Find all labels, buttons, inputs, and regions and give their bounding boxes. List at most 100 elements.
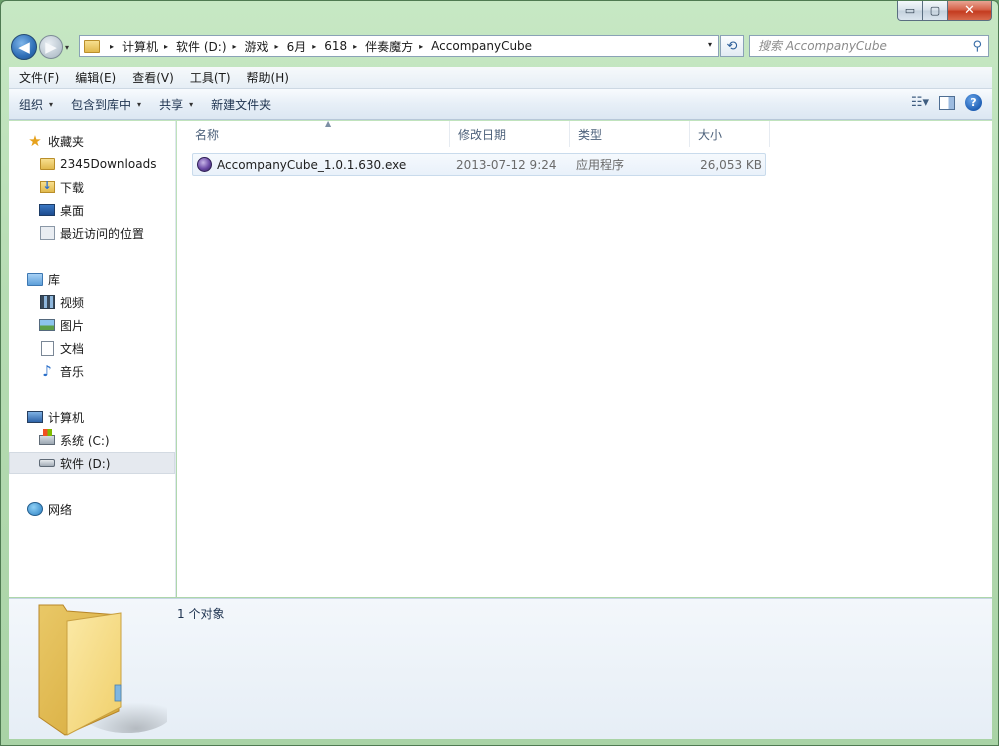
crumb-chevron-icon[interactable]: ▸ [419, 42, 423, 51]
window-controls: ▭ ▢ ✕ [897, 1, 992, 21]
sidebar-label: 网络 [48, 502, 73, 517]
sidebar-item-documents[interactable]: 文档 [9, 337, 175, 359]
breadcrumb-drive-d[interactable]: 软件 (D:) [176, 38, 226, 55]
sidebar-label: 2345Downloads [60, 157, 157, 171]
sidebar-item-downloads[interactable]: 下载 [9, 176, 175, 198]
column-label: 名称 [195, 127, 220, 142]
close-button[interactable]: ✕ [948, 1, 992, 21]
file-list-pane: 名称 ▲ 修改日期 类型 大小 AccompanyCube_1.0.1.630.… [177, 119, 992, 597]
sidebar-label: 文档 [60, 341, 85, 356]
column-label: 类型 [578, 127, 603, 142]
item-count: 1 个对象 [177, 607, 225, 621]
crumb-chevron-icon[interactable]: ▸ [275, 42, 279, 51]
crumb-chevron-icon[interactable]: ▸ [164, 42, 168, 51]
sidebar-favorites[interactable]: ★ 收藏夹 [9, 130, 175, 152]
crumb-chevron-icon[interactable]: ▸ [233, 42, 237, 51]
sidebar-item-2345downloads[interactable]: 2345Downloads [9, 153, 175, 175]
share-label: 共享 [159, 97, 184, 112]
help-icon[interactable]: ? [965, 94, 982, 111]
minimize-icon: ▭ [904, 4, 916, 17]
breadcrumb-accompany-folder[interactable]: 伴奏魔方 [365, 38, 413, 55]
crumb-chevron-icon[interactable]: ▸ [312, 42, 316, 51]
menu-file[interactable]: 文件(F) [11, 69, 67, 86]
sidebar-label: 系统 (C:) [60, 433, 110, 448]
include-in-library-button[interactable]: 包含到库中 ▾ [63, 92, 149, 116]
document-icon [40, 340, 54, 356]
sidebar-item-music[interactable]: ♪ 音乐 [9, 360, 175, 382]
sidebar-item-recent-places[interactable]: 最近访问的位置 [9, 222, 175, 244]
menu-bar: 文件(F) 编辑(E) 查看(V) 工具(T) 帮助(H) [9, 67, 992, 89]
sidebar-libraries[interactable]: 库 [9, 268, 175, 290]
minimize-button[interactable]: ▭ [897, 1, 923, 21]
menu-edit[interactable]: 编辑(E) [67, 69, 124, 86]
new-folder-button[interactable]: 新建文件夹 [203, 92, 279, 116]
column-header-date[interactable]: 修改日期 [450, 121, 570, 147]
system-drive-icon [39, 429, 55, 445]
share-button[interactable]: 共享 ▾ [151, 92, 201, 116]
network-icon [27, 502, 43, 516]
forward-button[interactable]: ▶ [39, 35, 63, 59]
music-icon: ♪ [42, 362, 52, 380]
picture-icon [39, 319, 55, 331]
breadcrumb-computer[interactable]: 计算机 [122, 38, 158, 55]
sidebar-label: 音乐 [60, 364, 85, 379]
breadcrumb-accompanycube[interactable]: AccompanyCube [431, 39, 532, 53]
sidebar-label: 桌面 [60, 203, 85, 218]
download-folder-icon [39, 179, 55, 193]
new-folder-label: 新建文件夹 [211, 97, 272, 112]
file-name-cell: AccompanyCube_1.0.1.630.exe [197, 154, 452, 175]
sidebar-item-desktop[interactable]: 桌面 [9, 199, 175, 221]
column-headers: 名称 ▲ 修改日期 类型 大小 [177, 119, 992, 147]
column-header-type[interactable]: 类型 [570, 121, 690, 147]
menu-help[interactable]: 帮助(H) [239, 69, 297, 86]
sidebar-label: 收藏夹 [48, 134, 85, 149]
organize-label: 组织 [19, 97, 44, 112]
recent-pages-icon[interactable]: ▾ [65, 43, 69, 52]
computer-icon [27, 411, 43, 423]
column-header-name[interactable]: 名称 ▲ [187, 119, 450, 147]
sidebar-item-pictures[interactable]: 图片 [9, 314, 175, 336]
sidebar-item-drive-c[interactable]: 系统 (C:) [9, 429, 175, 451]
menu-tools[interactable]: 工具(T) [182, 69, 239, 86]
explorer-window: ▭ ▢ ✕ ◀ ▶ ▾ ▸ 计算机 ▸ 软件 (D:) ▸ 游戏 ▸ 6月 ▸ … [0, 0, 999, 746]
navigation-pane: ★ 收藏夹 2345Downloads 下载 桌面 最近访问的位置 库 视频 [9, 121, 176, 597]
search-box[interactable]: ⚲ [749, 35, 989, 57]
crumb-chevron-icon[interactable]: ▸ [353, 42, 357, 51]
column-header-size[interactable]: 大小 [690, 121, 770, 147]
search-input[interactable] [758, 39, 958, 53]
search-icon[interactable]: ⚲ [972, 39, 982, 54]
preview-pane-icon[interactable] [939, 95, 955, 110]
sidebar-item-videos[interactable]: 视频 [9, 291, 175, 313]
refresh-button[interactable]: ⟲ [720, 35, 744, 57]
file-name: AccompanyCube_1.0.1.630.exe [217, 157, 407, 172]
back-button[interactable]: ◀ [11, 34, 37, 60]
details-pane: 1 个对象 [9, 598, 992, 739]
view-options-icon[interactable]: ☷▾ [911, 95, 929, 110]
column-label: 大小 [698, 127, 723, 142]
navigation-row: ◀ ▶ ▾ ▸ 计算机 ▸ 软件 (D:) ▸ 游戏 ▸ 6月 ▸ 618 ▸ … [1, 29, 998, 65]
menu-view[interactable]: 查看(V) [124, 69, 182, 86]
breadcrumb-618[interactable]: 618 [324, 39, 347, 53]
file-type-cell: 应用程序 [576, 158, 625, 172]
column-label: 修改日期 [458, 127, 507, 142]
maximize-icon: ▢ [929, 4, 941, 17]
library-icon [27, 272, 43, 286]
breadcrumb-games[interactable]: 游戏 [245, 38, 269, 55]
maximize-button[interactable]: ▢ [923, 1, 948, 21]
sidebar-computer[interactable]: 计算机 [9, 406, 175, 428]
sidebar-network[interactable]: 网络 [9, 498, 175, 520]
sidebar-label: 软件 (D:) [60, 456, 111, 471]
organize-button[interactable]: 组织 ▾ [11, 92, 61, 116]
breadcrumb-june[interactable]: 6月 [287, 38, 307, 55]
chevron-down-icon: ▾ [49, 99, 54, 109]
address-bar[interactable]: ▸ 计算机 ▸ 软件 (D:) ▸ 游戏 ▸ 6月 ▸ 618 ▸ 伴奏魔方 ▸… [79, 35, 719, 57]
sidebar-item-drive-d[interactable]: 软件 (D:) [9, 452, 175, 474]
file-size-cell: 26,053 KB [700, 157, 762, 172]
address-dropdown-icon[interactable]: ▾ [708, 40, 712, 49]
folder-icon [84, 39, 100, 53]
file-date-cell: 2013-07-12 9:24 [456, 157, 557, 172]
crumb-chevron-icon[interactable]: ▸ [110, 42, 114, 51]
chevron-down-icon: ▾ [189, 99, 194, 109]
file-row[interactable]: AccompanyCube_1.0.1.630.exe 2013-07-12 9… [192, 153, 766, 176]
recent-places-icon [39, 226, 55, 240]
